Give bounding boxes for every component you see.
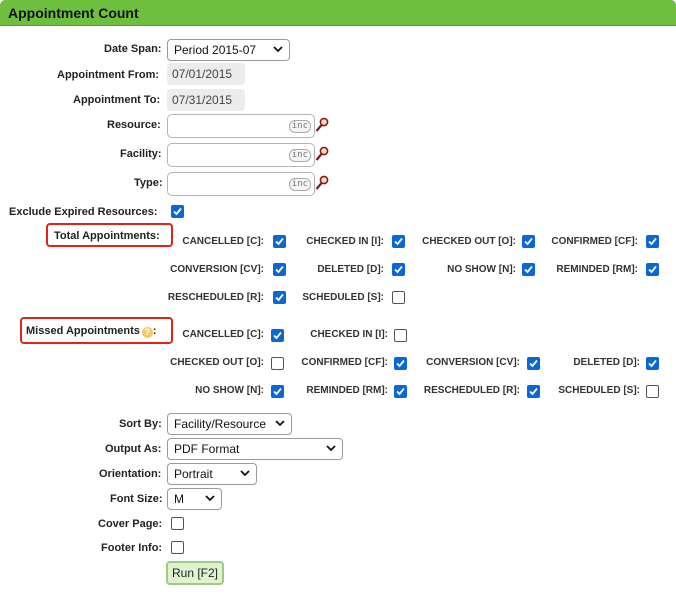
missed-checked-in-checkbox[interactable] <box>394 329 407 342</box>
run-button[interactable]: Run [F2] <box>166 561 224 585</box>
missed-cancelled-checkbox[interactable] <box>271 329 284 342</box>
missed-reminded-checkbox[interactable] <box>394 385 407 398</box>
exclude-expired-checkbox[interactable] <box>171 205 184 218</box>
option-label: SCHEDULED [S]: <box>558 385 640 396</box>
lookup-icon[interactable] <box>315 175 329 191</box>
orientation-label: Orientation: <box>99 468 162 480</box>
cover-page-label: Cover Page: <box>98 518 163 530</box>
total-appointments-label: Total Appointments: <box>54 230 160 242</box>
option-label: CHECKED OUT [O]: <box>422 236 516 247</box>
option-label: CHECKED IN [I]: <box>306 236 384 247</box>
cover-page-checkbox[interactable] <box>171 517 184 530</box>
type-label: Type: <box>134 177 163 189</box>
option-label: CONFIRMED [CF]: <box>301 357 388 368</box>
option-label: NO SHOW [N]: <box>447 264 516 275</box>
lookup-icon[interactable] <box>315 146 329 162</box>
missed-rescheduled-checkbox[interactable] <box>527 385 540 398</box>
chevron-down-icon <box>240 470 250 477</box>
option-label: DELETED [D]: <box>573 357 640 368</box>
footer-info-label: Footer Info: <box>101 542 163 554</box>
exclude-expired-label: Exclude Expired Resources: <box>9 206 158 218</box>
panel-header: Appointment Count <box>0 0 676 26</box>
option-label: SCHEDULED [S]: <box>302 292 384 303</box>
facility-label: Facility: <box>120 148 162 160</box>
option-label: RESCHEDULED [R]: <box>423 385 520 396</box>
font-size-label: Font Size: <box>110 493 163 505</box>
font-size-select[interactable]: M <box>167 488 222 510</box>
missed-scheduled-checkbox[interactable] <box>646 385 659 398</box>
orientation-value: Portrait <box>174 467 213 481</box>
option-label: RESCHEDULED [R]: <box>167 292 264 303</box>
resource-input[interactable]: inc <box>167 114 315 138</box>
font-size-value: M <box>174 492 184 506</box>
total-scheduled-checkbox[interactable] <box>392 291 405 304</box>
inc-badge[interactable]: inc <box>288 120 311 133</box>
appointment-to-field: 07/31/2015 <box>167 89 245 111</box>
option-label: REMINDED [RM]: <box>556 264 638 275</box>
option-label: CANCELLED [C]: <box>182 236 264 247</box>
missed-appointments-title: Missed Appointments?: <box>26 325 157 338</box>
inc-badge[interactable]: inc <box>288 149 311 162</box>
sort-by-value: Facility/Resource <box>174 417 267 431</box>
inc-badge[interactable]: inc <box>288 178 311 191</box>
output-as-select[interactable]: PDF Format <box>167 438 343 460</box>
footer-info-checkbox[interactable] <box>171 541 184 554</box>
output-as-label: Output As: <box>105 443 162 455</box>
appointment-from-field: 07/01/2015 <box>167 63 245 85</box>
sort-by-label: Sort By: <box>119 418 162 430</box>
option-label: DELETED [D]: <box>317 264 384 275</box>
date-span-value: Period 2015-07 <box>174 43 257 57</box>
chevron-down-icon <box>326 445 336 452</box>
total-cancelled-checkbox[interactable] <box>273 235 286 248</box>
chevron-down-icon <box>275 420 285 427</box>
option-label: NO SHOW [N]: <box>195 385 264 396</box>
total-rescheduled-checkbox[interactable] <box>273 291 286 304</box>
option-label: CONFIRMED [CF]: <box>551 236 638 247</box>
total-confirmed-checkbox[interactable] <box>646 235 659 248</box>
resource-label: Resource: <box>107 119 161 131</box>
option-label: CONVERSION [CV]: <box>170 264 264 275</box>
option-label: CHECKED OUT [O]: <box>170 357 264 368</box>
option-label: CANCELLED [C]: <box>182 329 264 340</box>
orientation-select[interactable]: Portrait <box>167 463 257 485</box>
type-input[interactable]: inc <box>167 172 315 196</box>
date-span-label: Date Span: <box>104 43 162 55</box>
chevron-down-icon <box>273 46 283 53</box>
missed-no-show-checkbox[interactable] <box>271 385 284 398</box>
appointment-from-label: Appointment From: <box>57 69 160 81</box>
sort-by-select[interactable]: Facility/Resource <box>167 413 292 435</box>
total-no-show-checkbox[interactable] <box>522 263 535 276</box>
facility-input[interactable]: inc <box>167 143 315 167</box>
missed-deleted-checkbox[interactable] <box>646 357 659 370</box>
option-label: REMINDED [RM]: <box>306 385 388 396</box>
output-as-value: PDF Format <box>174 442 240 456</box>
chevron-down-icon <box>205 495 215 502</box>
missed-conversion-checkbox[interactable] <box>527 357 540 370</box>
lookup-icon[interactable] <box>315 117 329 133</box>
total-reminded-checkbox[interactable] <box>646 263 659 276</box>
missed-appointments-label: Missed Appointments <box>26 325 140 337</box>
panel-title: Appointment Count <box>8 5 139 21</box>
date-span-select[interactable]: Period 2015-07 <box>167 39 290 61</box>
total-checked-out-checkbox[interactable] <box>522 235 535 248</box>
appointment-to-label: Appointment To: <box>73 94 161 106</box>
option-label: CHECKED IN [I]: <box>310 329 388 340</box>
missed-checked-out-checkbox[interactable] <box>271 357 284 370</box>
total-conversion-checkbox[interactable] <box>273 263 286 276</box>
missed-confirmed-checkbox[interactable] <box>394 357 407 370</box>
option-label: CONVERSION [CV]: <box>426 357 520 368</box>
